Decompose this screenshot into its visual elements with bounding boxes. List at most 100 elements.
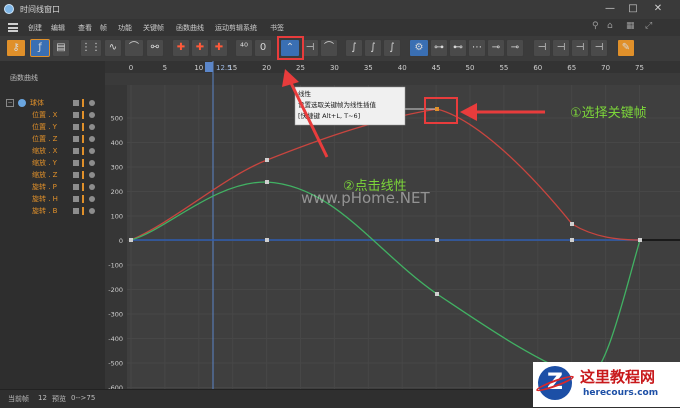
- solo-icon[interactable]: [89, 160, 95, 166]
- grid-icon[interactable]: ▦: [626, 21, 635, 31]
- ease-both-icon[interactable]: ∫: [383, 39, 401, 57]
- track-row[interactable]: 旋转 . H: [0, 193, 105, 205]
- value-tick-label: 200: [111, 188, 123, 196]
- menu-frame[interactable]: 帧: [100, 23, 107, 33]
- solo-icon[interactable]: [89, 112, 95, 118]
- tree-row-root[interactable]: − 球体: [0, 97, 105, 109]
- enable-icon[interactable]: [73, 148, 79, 154]
- collapse-icon[interactable]: −: [6, 99, 14, 107]
- frame-ruler[interactable]: [105, 61, 680, 73]
- solo-icon[interactable]: [89, 100, 95, 106]
- waveform-icon[interactable]: ∿: [104, 39, 122, 57]
- current-frame-status-label: 当前帧: [8, 395, 29, 403]
- clamp-icon[interactable]: ⊷: [449, 39, 467, 57]
- keyframe[interactable]: [265, 238, 269, 242]
- home-icon[interactable]: ⌂: [607, 21, 613, 31]
- expand-icon[interactable]: ⤢: [645, 21, 652, 31]
- watermark-site-en: herecours.com: [583, 388, 659, 398]
- ease-out-icon[interactable]: ∫: [364, 39, 382, 57]
- current-frame-handle[interactable]: [205, 62, 213, 72]
- film-icon[interactable]: ▤: [52, 39, 70, 57]
- add-key-alt-icon[interactable]: ✚: [191, 39, 209, 57]
- zero-icon[interactable]: 0: [254, 39, 272, 57]
- keyframe[interactable]: [129, 238, 133, 242]
- fcurve-canvas[interactable]: 0 5 10 15 20 25 30 35 40 45 50 55 60 65 70 75 500400300…: [105, 61, 680, 392]
- keyframe[interactable]: [435, 292, 439, 296]
- minimize-button[interactable]: —: [604, 3, 616, 15]
- value-tick-label: -100: [108, 262, 123, 270]
- linear-button-highlight: [277, 36, 304, 60]
- keyframe[interactable]: [435, 238, 439, 242]
- enable-icon[interactable]: [73, 184, 79, 190]
- tooltip-title: 线性: [298, 89, 312, 98]
- keyframe[interactable]: [265, 180, 269, 184]
- keyframe[interactable]: [570, 222, 574, 226]
- keyframe[interactable]: [570, 238, 574, 242]
- motion-path-icon[interactable]: ƒ: [30, 39, 50, 57]
- enable-icon[interactable]: [73, 160, 79, 166]
- enable-icon[interactable]: [73, 124, 79, 130]
- unify-tangent-icon[interactable]: ⊸: [487, 39, 505, 57]
- solo-icon[interactable]: [89, 148, 95, 154]
- menu-create[interactable]: 创建: [28, 23, 42, 33]
- curve-overview-icon[interactable]: ⌒: [124, 39, 144, 57]
- padlock-icon[interactable]: ⊣: [590, 39, 608, 57]
- solo-icon[interactable]: [89, 124, 95, 130]
- tangent-alt-icon[interactable]: ⊶: [430, 39, 448, 57]
- solo-icon[interactable]: [89, 172, 95, 178]
- add-key-icon[interactable]: ✚: [172, 39, 190, 57]
- close-button[interactable]: ✕: [652, 3, 664, 15]
- keyframe[interactable]: [638, 238, 642, 242]
- lock-value-icon[interactable]: ⊣: [552, 39, 570, 57]
- menu-view[interactable]: 查看: [78, 23, 92, 33]
- enable-icon[interactable]: [73, 196, 79, 202]
- track-row[interactable]: 位置 . Z: [0, 133, 105, 145]
- menu-edit[interactable]: 编辑: [51, 23, 65, 33]
- enable-icon[interactable]: [73, 136, 79, 142]
- menu-functions[interactable]: 功能: [118, 23, 132, 33]
- solo-icon[interactable]: [89, 136, 95, 142]
- solo-icon[interactable]: [89, 208, 95, 214]
- curve-green[interactable]: [130, 181, 641, 380]
- key-marker-icon: [82, 111, 84, 119]
- mute-icon[interactable]: ⊣: [571, 39, 589, 57]
- menu-keyframes[interactable]: 关键帧: [143, 23, 164, 33]
- spline-icon[interactable]: ⌒: [320, 39, 338, 57]
- link-icon[interactable]: ⚯: [146, 39, 164, 57]
- lock-icon[interactable]: ⊸: [506, 39, 524, 57]
- menu-fcurve[interactable]: 函数曲线: [176, 23, 204, 33]
- curve-red[interactable]: [130, 108, 641, 241]
- track-row[interactable]: 缩放 . X: [0, 145, 105, 157]
- solo-icon[interactable]: [89, 196, 95, 202]
- track-row[interactable]: 位置 . X: [0, 109, 105, 121]
- lock-time-icon[interactable]: ⊣: [533, 39, 551, 57]
- hamburger-menu-icon[interactable]: [8, 23, 18, 32]
- solo-icon[interactable]: [89, 184, 95, 190]
- menu-bookmarks[interactable]: 书签: [270, 23, 284, 33]
- enable-icon[interactable]: [73, 100, 79, 106]
- fcurve-graph[interactable]: 0 5 10 15 20 25 30 35 40 45 50 55 60 65 70 75 500 400 300…: [105, 61, 680, 392]
- keyframe[interactable]: [265, 158, 269, 162]
- maximize-button[interactable]: □: [627, 3, 639, 15]
- track-label: 旋转 . B: [32, 207, 58, 215]
- track-row[interactable]: 缩放 . Y: [0, 157, 105, 169]
- search-icon[interactable]: ⚲: [592, 21, 599, 31]
- track-row[interactable]: 旋转 . B: [0, 205, 105, 217]
- key-icon[interactable]: ⚷: [6, 39, 26, 57]
- ease-in-icon[interactable]: ∫: [345, 39, 363, 57]
- key-settings-icon[interactable]: ✎: [617, 39, 635, 57]
- rotate-icon[interactable]: ⁴⁰: [235, 39, 253, 57]
- dope-sheet-icon[interactable]: ⋮⋮: [80, 39, 102, 57]
- keyframe-selected[interactable]: [435, 107, 439, 111]
- title-bar: 时间线窗口 — □ ✕: [0, 0, 680, 19]
- track-row[interactable]: 旋转 . P: [0, 181, 105, 193]
- menu-motion-system[interactable]: 运动剪辑系统: [215, 23, 257, 33]
- break-tangent-icon[interactable]: ⋯: [468, 39, 486, 57]
- enable-icon[interactable]: [73, 112, 79, 118]
- tangent-icon[interactable]: ⚙: [409, 39, 429, 57]
- delete-key-icon[interactable]: ✚: [210, 39, 228, 57]
- track-row[interactable]: 位置 . Y: [0, 121, 105, 133]
- track-row[interactable]: 缩放 . Z: [0, 169, 105, 181]
- enable-icon[interactable]: [73, 208, 79, 214]
- enable-icon[interactable]: [73, 172, 79, 178]
